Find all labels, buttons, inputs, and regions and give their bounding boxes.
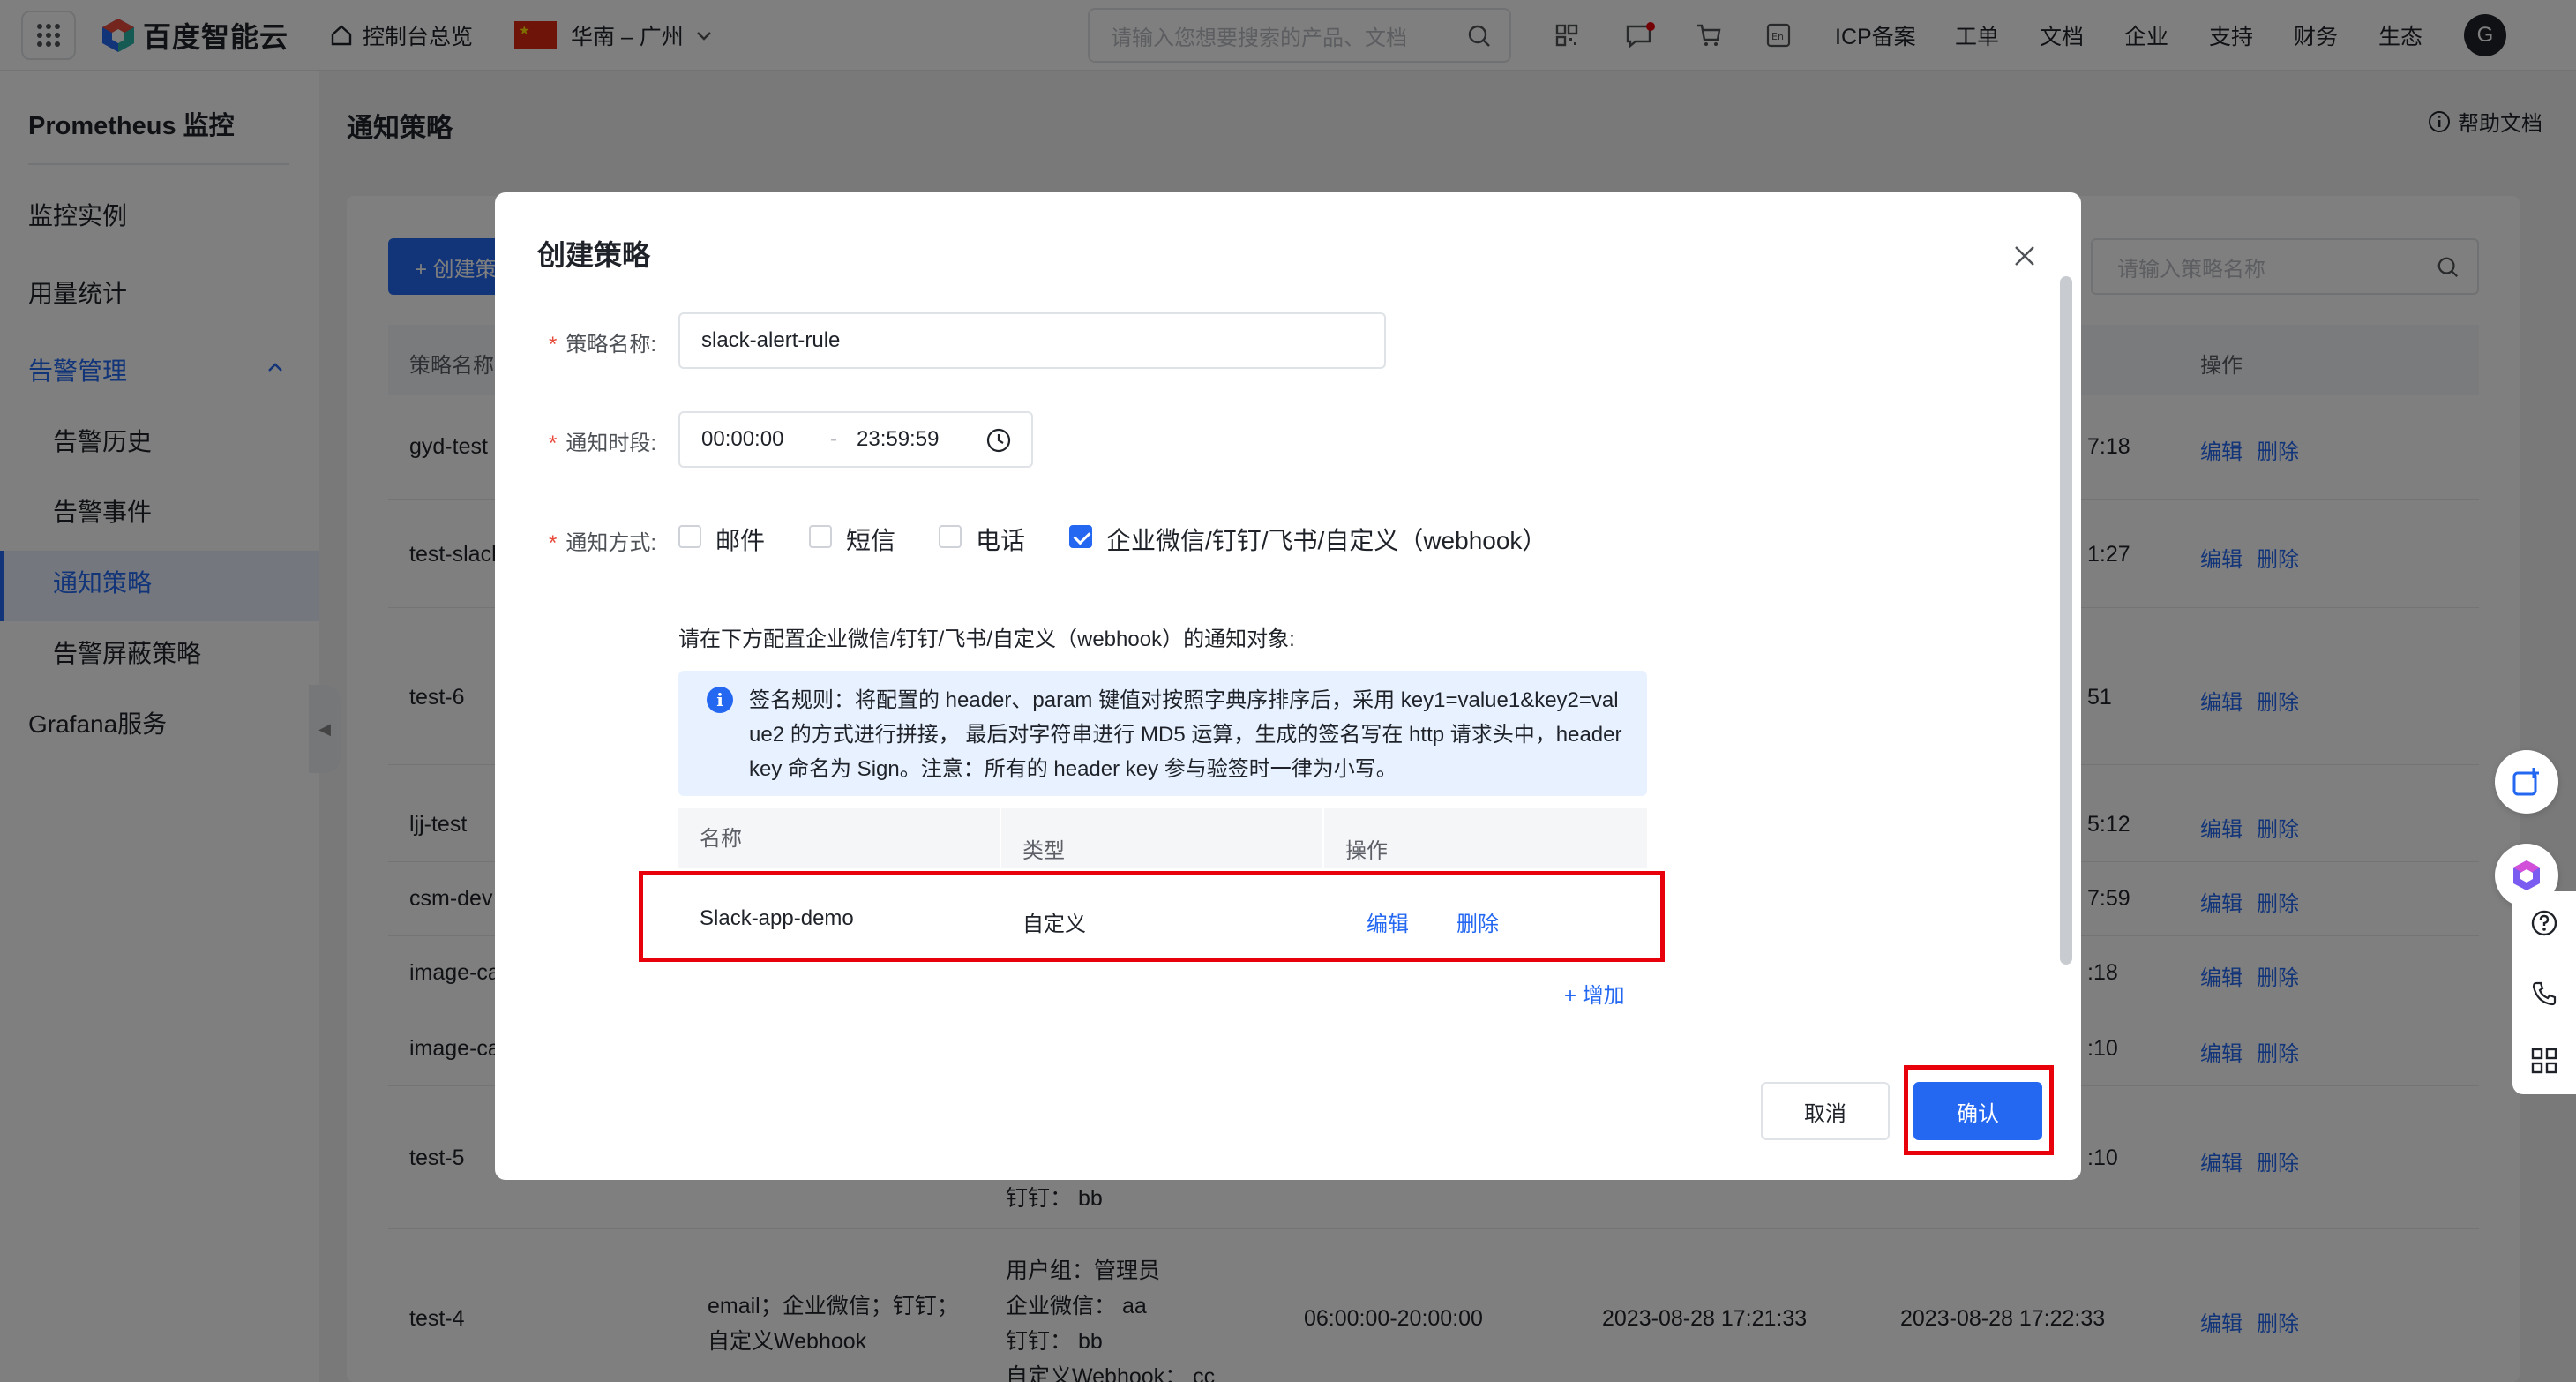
dialog-scrollbar[interactable] — [2060, 276, 2072, 965]
add-window-icon — [2512, 768, 2539, 796]
column-separator — [1322, 808, 1324, 868]
column-separator — [1000, 808, 1001, 868]
clock-icon[interactable] — [985, 427, 1012, 454]
phone-icon[interactable] — [2530, 980, 2558, 1008]
ai-assistant-icon — [2513, 860, 2540, 890]
add-webhook-link[interactable]: + 增加 — [1564, 978, 1625, 1009]
signature-info-text: 签名规则：将配置的 header、param 键值对按照字典序排序后，采用 ke… — [749, 688, 1622, 781]
checkbox-email[interactable] — [678, 525, 701, 548]
webhook-config-hint: 请在下方配置企业微信/钉钉/飞书/自定义（webhook）的通知对象: — [678, 627, 1295, 651]
column-header-name: 名称 — [700, 827, 742, 851]
notify-period-label-text: 通知时段: — [565, 432, 657, 455]
notify-method-label: * 通知方式: — [549, 531, 657, 555]
checkbox-webhook-label[interactable]: 企业微信/钉钉/飞书/自定义（webhook） — [1106, 522, 1546, 557]
time-range-separator: - — [830, 427, 837, 451]
time-end-value: 23:59:59 — [857, 427, 940, 451]
dialog-title: 创建策略 — [537, 239, 651, 271]
cancel-button[interactable]: 取消 — [1761, 1082, 1890, 1140]
webhook-table-header — [678, 808, 1647, 868]
signature-info-alert: i 签名规则：将配置的 header、param 键值对按照字典序排序后，采用 … — [678, 671, 1647, 796]
checkbox-email-label[interactable]: 邮件 — [715, 522, 765, 557]
time-range-picker[interactable]: 00:00:00 - 23:59:59 — [678, 411, 1033, 468]
checkbox-phone-label[interactable]: 电话 — [976, 522, 1025, 557]
checkbox-phone[interactable] — [939, 525, 962, 548]
apps-icon[interactable] — [2530, 1047, 2558, 1075]
notify-method-label-text: 通知方式: — [565, 531, 657, 555]
close-icon[interactable] — [2011, 242, 2039, 270]
notify-period-label: * 通知时段: — [549, 432, 657, 455]
policy-name-label-text: 策略名称: — [565, 333, 657, 357]
tools-float-panel — [2512, 891, 2576, 1094]
policy-name-value: slack-alert-rule — [701, 328, 841, 352]
highlight-box-confirm — [1904, 1065, 2054, 1155]
time-start-value: 00:00:00 — [701, 427, 784, 451]
help-icon[interactable] — [2530, 909, 2558, 937]
checkbox-sms-label[interactable]: 短信 — [846, 522, 895, 557]
feedback-float-button[interactable] — [2495, 750, 2558, 814]
checkbox-sms[interactable] — [809, 525, 832, 548]
policy-name-input[interactable]: slack-alert-rule — [678, 312, 1386, 369]
checkbox-webhook[interactable] — [1069, 525, 1092, 548]
info-icon: i — [707, 687, 733, 713]
column-header-ops: 操作 — [1345, 839, 1388, 863]
column-header-type: 类型 — [1022, 839, 1065, 863]
policy-name-label: * 策略名称: — [549, 333, 657, 357]
highlight-box-webhook-row — [639, 871, 1665, 962]
